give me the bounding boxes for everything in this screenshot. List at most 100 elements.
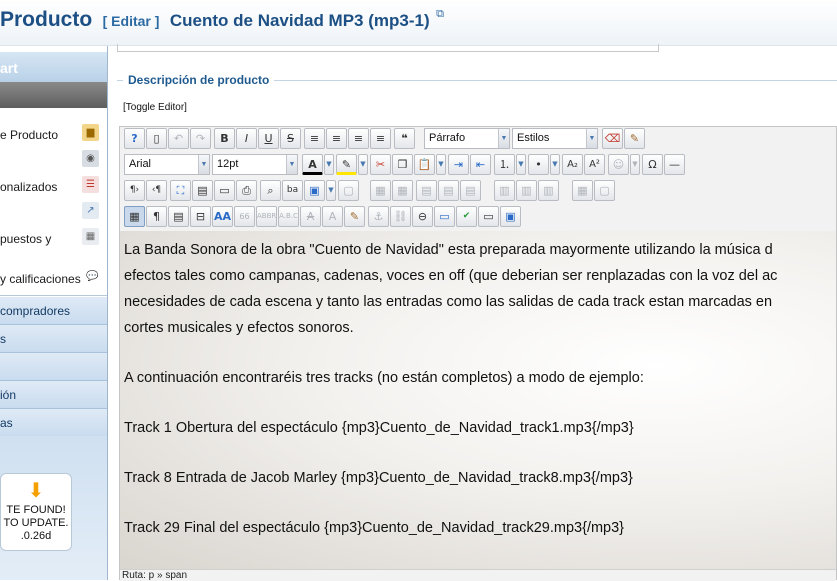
chevron-down-icon[interactable]: ▼ bbox=[358, 154, 368, 175]
edit-label: [ Editar ] bbox=[102, 13, 160, 29]
product-name-link[interactable]: Cuento de Navidad MP3 (mp3-1) bbox=[170, 11, 430, 30]
sidebar-nav-item-3[interactable] bbox=[0, 353, 107, 381]
superscript-icon[interactable]: A² bbox=[584, 154, 605, 175]
undo-icon[interactable]: ↶ bbox=[168, 128, 189, 149]
anchor-icon[interactable]: ⚓ bbox=[368, 206, 389, 227]
document-props-icon[interactable]: ▤ bbox=[168, 206, 189, 227]
sidebar-item-custom[interactable]: onalizados ☰ bbox=[0, 176, 107, 200]
paste-icon[interactable]: 📋 bbox=[414, 154, 435, 175]
row-delete-icon[interactable]: ▤ bbox=[460, 180, 481, 201]
bullet-list-icon[interactable]: • bbox=[528, 154, 549, 175]
chevron-down-icon[interactable]: ▼ bbox=[630, 154, 640, 175]
chevron-down-icon[interactable]: ▼ bbox=[436, 154, 446, 175]
format-select[interactable]: Párrafo ▼ bbox=[424, 128, 510, 149]
hr-props-icon[interactable]: ▭ bbox=[478, 206, 499, 227]
col-insert-before-icon[interactable]: ▥ bbox=[494, 180, 515, 201]
media-icon[interactable]: ▣ bbox=[500, 206, 521, 227]
delete-text-icon[interactable]: A bbox=[300, 206, 321, 227]
font-family-select[interactable]: Arial ▼ bbox=[124, 154, 210, 175]
pilcrow-icon[interactable]: ¶ bbox=[146, 206, 167, 227]
sidebar-nav-item-4[interactable]: ión bbox=[0, 381, 107, 409]
sidebar-item-reviews[interactable]: y calificaciones 💬 bbox=[0, 268, 107, 292]
outdent-icon[interactable]: ⇤ bbox=[470, 154, 491, 175]
template-icon[interactable]: ▤ bbox=[192, 180, 213, 201]
copy-icon[interactable]: ❐ bbox=[392, 154, 413, 175]
external-link-icon[interactable]: ⧉ bbox=[436, 8, 444, 20]
editor-content-area[interactable]: La Banda Sonora de la obra "Cuento de Na… bbox=[120, 231, 836, 569]
ltr-icon[interactable]: ¶› bbox=[124, 180, 145, 201]
visual-aid-icon[interactable]: ▦ bbox=[124, 206, 145, 227]
sidebar-nav-item-2[interactable]: s bbox=[0, 325, 107, 353]
cleanup-brush-icon[interactable]: ✎ bbox=[624, 128, 645, 149]
content-paragraph-line: La Banda Sonora de la obra "Cuento de Na… bbox=[124, 242, 773, 258]
merge-cells-icon[interactable]: ▢ bbox=[594, 180, 615, 201]
col-insert-after-icon[interactable]: ▥ bbox=[516, 180, 537, 201]
page-title: Producto [ Editar ] Cuento de Navidad MP… bbox=[0, 8, 444, 32]
toggle-editor-link[interactable]: [Toggle Editor] bbox=[123, 102, 187, 113]
link-icon[interactable]: ⊖ bbox=[412, 206, 433, 227]
sidebar-item-stats[interactable]: ↗ bbox=[0, 202, 107, 226]
emoticon-icon[interactable]: ☺ bbox=[608, 154, 629, 175]
split-cells-icon[interactable]: ▦ bbox=[572, 180, 593, 201]
insert-icon[interactable]: ⊟ bbox=[190, 206, 211, 227]
spellcheck-icon[interactable]: ✔ bbox=[456, 206, 477, 227]
align-center-icon[interactable]: ≡ bbox=[326, 128, 347, 149]
align-left-icon[interactable]: ≡ bbox=[348, 128, 369, 149]
insert-text-icon[interactable]: A bbox=[322, 206, 343, 227]
new-document-icon[interactable]: ▯ bbox=[146, 128, 167, 149]
print-icon[interactable]: ⎙ bbox=[236, 180, 257, 201]
special-char-icon[interactable]: Ω bbox=[642, 154, 663, 175]
sidebar-item-taxes[interactable]: puestos y ▦ bbox=[0, 228, 107, 252]
acronym-icon[interactable]: A.B.C bbox=[278, 206, 299, 227]
abbr-icon[interactable]: ABBR bbox=[256, 206, 277, 227]
numbered-list-icon[interactable]: ⒈ bbox=[494, 154, 515, 175]
image-icon[interactable]: ▭ bbox=[434, 206, 455, 227]
sidebar-nav-label: compradores bbox=[0, 304, 71, 318]
styles-select[interactable]: Estilos ▼ bbox=[512, 128, 598, 149]
blockquote-icon[interactable]: ❝ bbox=[394, 128, 415, 149]
sidebar-nav-item-5[interactable]: as bbox=[0, 409, 107, 437]
fullscreen-icon[interactable]: ⛶ bbox=[170, 180, 191, 201]
subscript-icon[interactable]: A₂ bbox=[562, 154, 583, 175]
chevron-down-icon[interactable]: ▼ bbox=[516, 154, 526, 175]
highlight-color-icon[interactable]: ✎ bbox=[336, 154, 357, 175]
underline-icon[interactable]: U bbox=[258, 128, 279, 149]
chevron-down-icon: ▼ bbox=[586, 129, 597, 148]
row-insert-before-icon[interactable]: ▤ bbox=[416, 180, 437, 201]
cite-icon[interactable]: 66 bbox=[234, 206, 255, 227]
font-styles-icon[interactable]: AA bbox=[212, 206, 233, 227]
col-delete-icon[interactable]: ▥ bbox=[538, 180, 559, 201]
help-icon[interactable]: ? bbox=[124, 128, 145, 149]
bold-icon[interactable]: B bbox=[214, 128, 235, 149]
sidebar-nav-buyers[interactable]: compradores bbox=[0, 297, 107, 325]
chevron-down-icon[interactable]: ▼ bbox=[326, 180, 336, 201]
text-color-icon[interactable]: A bbox=[302, 154, 323, 175]
source-code-icon[interactable]: ▭ bbox=[214, 180, 235, 201]
table-props-icon[interactable]: ▦ bbox=[392, 180, 413, 201]
row-insert-after-icon[interactable]: ▤ bbox=[438, 180, 459, 201]
cut-icon[interactable]: ✂ bbox=[370, 154, 391, 175]
indent-icon[interactable]: ⇥ bbox=[448, 154, 469, 175]
align-right-icon[interactable]: ≡ bbox=[370, 128, 391, 149]
layer-icon[interactable]: ▢ bbox=[338, 180, 359, 201]
align-justify-icon[interactable]: ≡ bbox=[304, 128, 325, 149]
toolbar-row-2: Arial ▼ 12pt ▼ A ▼ ✎ ▼ ✂ ❐ 📋 ▼ ⇥ ⇤ ⒈ ▼ •… bbox=[122, 154, 836, 176]
attributes-icon[interactable]: ✎ bbox=[344, 206, 365, 227]
chevron-down-icon[interactable]: ▼ bbox=[324, 154, 334, 175]
search-icon[interactable]: ⌕ bbox=[260, 180, 281, 201]
rtl-icon[interactable]: ‹¶ bbox=[146, 180, 167, 201]
eraser-icon[interactable]: ⌫ bbox=[602, 128, 623, 149]
style-props-icon[interactable]: ▣ bbox=[304, 180, 325, 201]
update-notice[interactable]: ⬇ TE FOUND! TO UPDATE. .0.26d bbox=[0, 473, 72, 551]
replace-icon[interactable]: ba bbox=[282, 180, 303, 201]
unlink-icon[interactable]: ⛓ bbox=[390, 206, 411, 227]
horizontal-rule-icon[interactable]: — bbox=[664, 154, 685, 175]
table-icon[interactable]: ▦ bbox=[370, 180, 391, 201]
sidebar-item-images[interactable]: ◉ bbox=[0, 150, 107, 174]
chevron-down-icon[interactable]: ▼ bbox=[550, 154, 560, 175]
italic-icon[interactable]: I bbox=[236, 128, 257, 149]
redo-icon[interactable]: ↷ bbox=[190, 128, 211, 149]
font-size-select[interactable]: 12pt ▼ bbox=[212, 154, 298, 175]
sidebar-item-product[interactable]: e Producto ▆ bbox=[0, 124, 107, 148]
strikethrough-icon[interactable]: S bbox=[280, 128, 301, 149]
